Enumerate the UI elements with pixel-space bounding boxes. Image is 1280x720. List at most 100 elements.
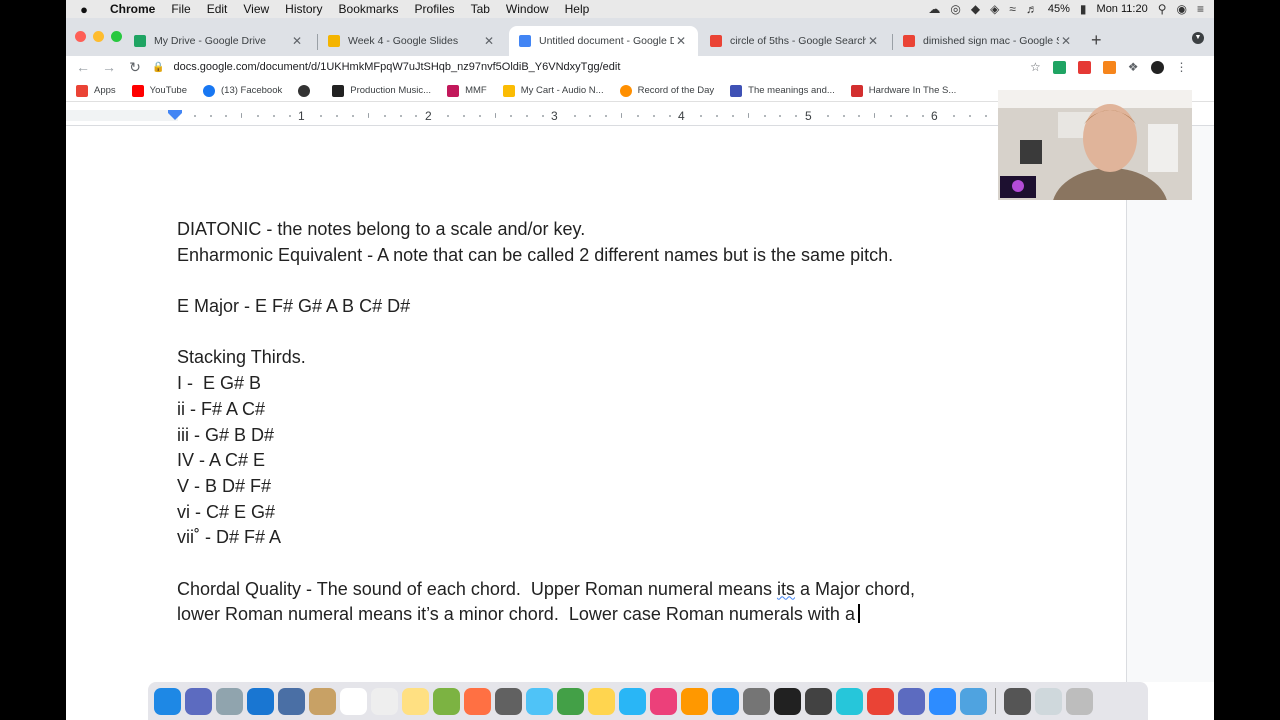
close-tab-icon[interactable]: ✕ — [1059, 34, 1073, 48]
dock-app-icon[interactable] — [774, 687, 801, 715]
menu-profiles[interactable]: Profiles — [407, 2, 463, 16]
forward-arrow-icon[interactable]: → — [96, 59, 122, 75]
lock-icon[interactable]: 🔒 — [152, 62, 164, 73]
dock-app-icon[interactable] — [867, 687, 894, 715]
vpn-icon[interactable]: ◆ — [971, 2, 980, 16]
bookmark-meanings[interactable]: The meanings and... — [730, 84, 835, 97]
tab-search-icon[interactable]: ▼ — [1192, 32, 1204, 44]
cloud-icon[interactable]: ☁ — [928, 2, 940, 16]
doc-line-blank[interactable] — [177, 551, 987, 577]
dock-app-icon[interactable] — [836, 687, 863, 715]
dock-app-icon[interactable] — [960, 687, 987, 715]
dock-app-icon[interactable] — [1066, 687, 1093, 715]
doc-line-blank[interactable] — [177, 268, 987, 294]
dock-app-icon[interactable] — [650, 687, 677, 715]
doc-line-chord-iii[interactable]: iii - G# B D# — [177, 423, 987, 449]
dock-app-icon[interactable] — [619, 687, 646, 715]
tab-untitled-document[interactable]: Untitled document - Google Do ✕ — [509, 26, 698, 56]
user-avatar-icon[interactable]: ◉ — [1177, 2, 1187, 16]
tab-circle-of-5ths-search[interactable]: circle of 5ths - Google Search ✕ — [700, 26, 890, 56]
profile-avatar-icon[interactable] — [1150, 60, 1164, 74]
dock-app-icon[interactable] — [247, 687, 274, 715]
metamask-extension-icon[interactable] — [1102, 60, 1116, 74]
new-tab-button[interactable]: + — [1091, 30, 1102, 51]
dock-app-icon[interactable] — [371, 687, 398, 715]
doc-line-chord-v[interactable]: V - B D# F# — [177, 474, 987, 500]
dock-app-icon[interactable] — [464, 687, 491, 715]
dock-app-icon[interactable] — [929, 687, 956, 715]
close-window-button[interactable] — [75, 31, 86, 42]
left-indent-triangle[interactable] — [168, 113, 182, 120]
bookmark-production-music[interactable]: Production Music... — [332, 84, 431, 97]
doc-line-chord-vii[interactable]: vii˚ - D# F# A — [177, 525, 987, 551]
bookmark-my-cart[interactable]: My Cart - Audio N... — [502, 84, 604, 97]
back-arrow-icon[interactable]: ← — [70, 59, 96, 75]
doc-line-chord-ii[interactable]: ii - F# A C# — [177, 397, 987, 423]
dock-app-icon[interactable] — [681, 687, 708, 715]
doc-line-blank[interactable] — [177, 320, 987, 346]
battery-icon[interactable]: ▮ — [1080, 2, 1087, 16]
kebab-menu-icon[interactable]: ⋮ — [1176, 60, 1188, 74]
url-text[interactable]: docs.google.com/document/d/1UKHmkMFpqW7u… — [173, 61, 620, 73]
dropbox-icon[interactable]: ◈ — [990, 2, 999, 16]
bookmark-globe[interactable] — [298, 84, 316, 97]
menu-view[interactable]: View — [235, 2, 277, 16]
bookmark-apps[interactable]: Apps — [76, 84, 116, 97]
menu-help[interactable]: Help — [557, 2, 598, 16]
doc-line-chord-vi[interactable]: vi - C# E G# — [177, 500, 987, 526]
dock-app-icon[interactable] — [495, 687, 522, 715]
dock-app-icon[interactable] — [340, 687, 367, 715]
menubar-clock[interactable]: Mon 11:20 — [1097, 3, 1148, 15]
address-bar[interactable]: 🔒 docs.google.com/document/d/1UKHmkMFpqW… — [152, 57, 1030, 77]
dock-app-icon[interactable] — [278, 687, 305, 715]
dock-app-icon[interactable] — [185, 687, 212, 715]
dock-app-icon[interactable] — [805, 687, 832, 715]
dock-app-icon[interactable] — [557, 687, 584, 715]
document-page[interactable]: DIATONIC - the notes belong to a scale a… — [66, 126, 1127, 682]
dock-app-icon[interactable] — [154, 687, 181, 715]
close-tab-icon[interactable]: ✕ — [866, 34, 880, 48]
indent-marker-icon[interactable] — [168, 110, 182, 120]
document-body[interactable]: DIATONIC - the notes belong to a scale a… — [177, 217, 987, 628]
doc-line-enharmonic[interactable]: Enharmonic Equivalent - A note that can … — [177, 243, 987, 269]
dock-app-icon[interactable] — [1035, 687, 1062, 715]
doc-line-chord-i[interactable]: I - E G# B — [177, 371, 987, 397]
control-center-icon[interactable]: ≡ — [1197, 2, 1204, 16]
menu-bookmarks[interactable]: Bookmarks — [331, 2, 407, 16]
tab-dimished-sign-search[interactable]: dimished sign mac - Google Se ✕ — [893, 26, 1083, 56]
bookmark-record-of-the-day[interactable]: Record of the Day — [619, 84, 714, 97]
menu-file[interactable]: File — [163, 2, 198, 16]
dock-app-icon[interactable] — [588, 687, 615, 715]
tab-my-drive[interactable]: My Drive - Google Drive ✕ — [124, 26, 314, 56]
bookmark-facebook[interactable]: (13) Facebook — [203, 84, 282, 97]
dock-app-icon[interactable] — [743, 687, 770, 715]
dock-app-icon[interactable] — [402, 687, 429, 715]
dock-app-icon[interactable] — [898, 687, 925, 715]
doc-line-lower-roman[interactable]: lower Roman numeral means it’s a minor c… — [177, 602, 987, 628]
reload-icon[interactable]: ↻ — [122, 59, 148, 76]
wifi-icon[interactable]: ≈ — [1009, 2, 1016, 16]
dock-app-icon[interactable] — [526, 687, 553, 715]
tab-week-4-slides[interactable]: Week 4 - Google Slides ✕ — [318, 26, 506, 56]
doc-line-e-major[interactable]: E Major - E F# G# A B C# D# — [177, 294, 987, 320]
menu-history[interactable]: History — [277, 2, 330, 16]
dock-app-icon[interactable] — [712, 687, 739, 715]
dock-app-icon[interactable] — [1004, 687, 1031, 715]
spotlight-search-icon[interactable]: ⚲ — [1158, 2, 1167, 16]
minimize-window-button[interactable] — [93, 31, 104, 42]
bookmark-youtube[interactable]: YouTube — [131, 84, 187, 97]
menu-edit[interactable]: Edit — [199, 2, 236, 16]
close-tab-icon[interactable]: ✕ — [290, 34, 304, 48]
doc-line-chordal-quality[interactable]: Chordal Quality - The sound of each chor… — [177, 577, 987, 603]
doc-line-diatonic[interactable]: DIATONIC - the notes belong to a scale a… — [177, 217, 987, 243]
doc-line-stacking-thirds[interactable]: Stacking Thirds. — [177, 345, 987, 371]
bookmark-star-icon[interactable]: ☆ — [1030, 60, 1041, 74]
close-tab-icon[interactable]: ✕ — [674, 34, 688, 48]
bookmark-hardware[interactable]: Hardware In The S... — [850, 84, 956, 97]
apple-menu-icon[interactable]: ● — [66, 2, 102, 17]
webcam-overlay[interactable] — [998, 90, 1192, 200]
puzzle-extensions-icon[interactable]: ❖ — [1128, 60, 1139, 74]
dock-app-icon[interactable] — [216, 687, 243, 715]
megaphone-extension-icon[interactable] — [1077, 60, 1091, 74]
bookmark-mmf[interactable]: MMF — [447, 84, 487, 97]
